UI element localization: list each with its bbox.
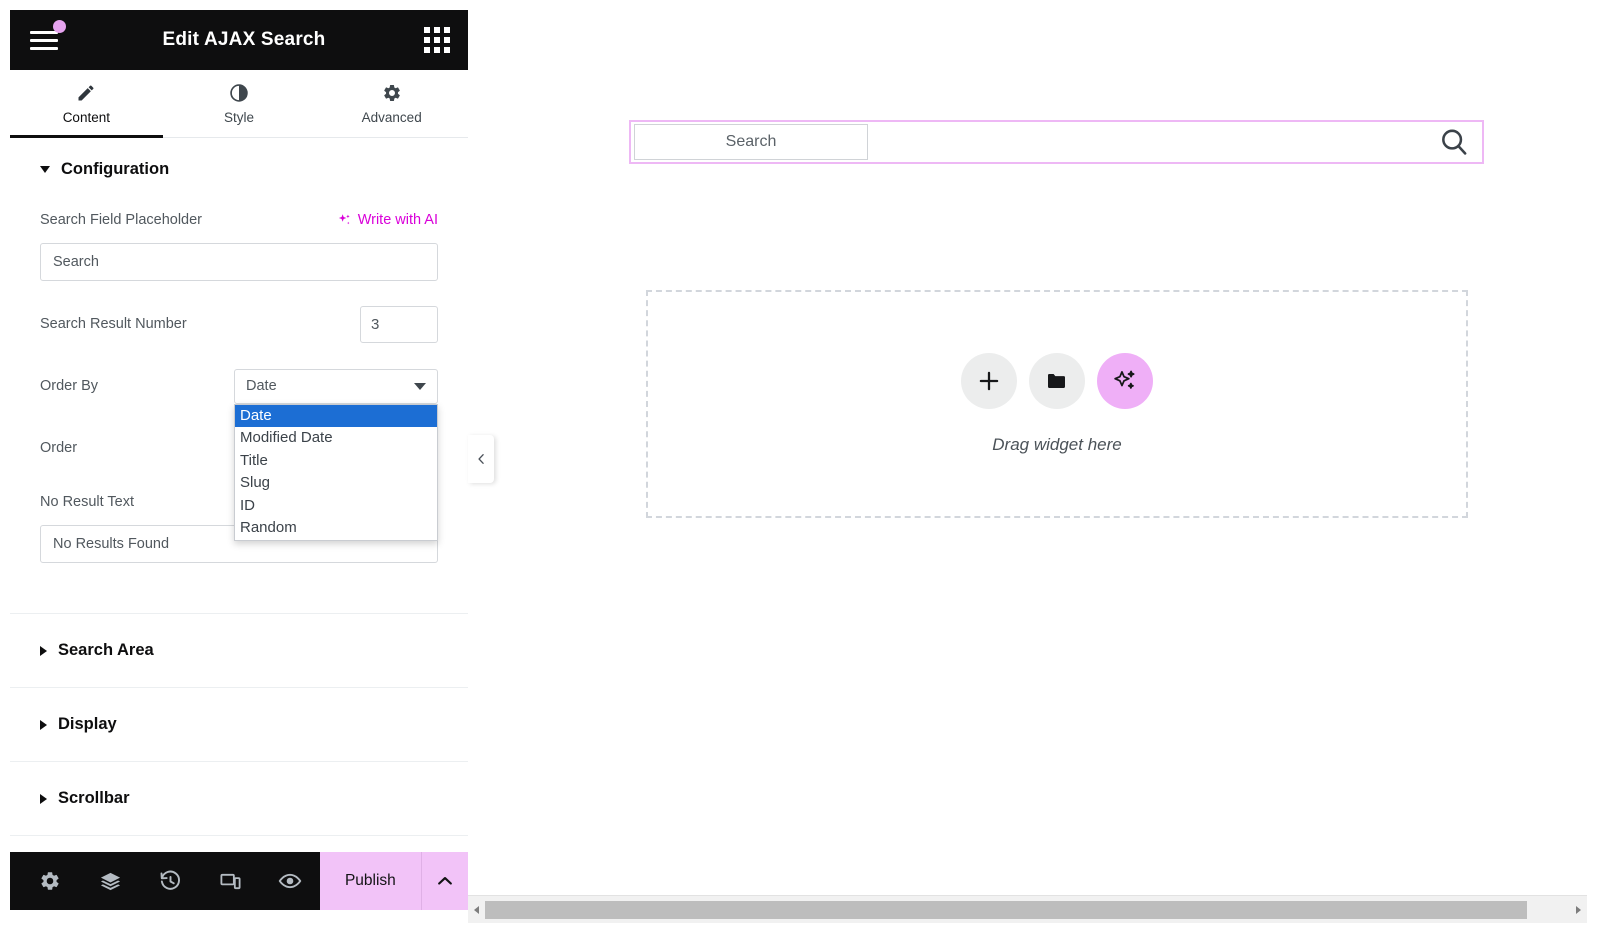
folder-icon[interactable]: [1029, 353, 1085, 409]
apps-grid-icon[interactable]: [424, 27, 450, 53]
preview-eye-icon[interactable]: [260, 852, 320, 910]
responsive-mode-icon[interactable]: [200, 852, 260, 910]
hamburger-bar: [30, 46, 58, 50]
order-by-option[interactable]: Title: [235, 450, 437, 473]
canvas-content: Search Drag widget here: [468, 10, 1587, 895]
panel-header: Edit AJAX Search: [10, 10, 468, 70]
tab-advanced[interactable]: Advanced: [315, 70, 468, 137]
write-with-ai-label: Write with AI: [357, 212, 438, 228]
chevron-right-icon: [40, 719, 47, 730]
order-by-label: Order By: [40, 378, 99, 394]
gear-icon: [382, 83, 402, 103]
grid-cell: [434, 27, 440, 33]
plus-icon[interactable]: [961, 353, 1017, 409]
section-configuration: Configuration Search Field Placeholder W…: [10, 138, 468, 614]
panel-body: Configuration Search Field Placeholder W…: [10, 138, 468, 852]
chevron-down-icon: [40, 166, 50, 173]
editor-canvas: Search Drag widget here: [468, 10, 1587, 923]
section-display[interactable]: Display: [10, 688, 468, 762]
scroll-left-button[interactable]: [468, 896, 485, 923]
order-by-option[interactable]: Date: [235, 404, 437, 427]
field-head: Search Field Placeholder Write with AI: [40, 209, 438, 231]
dropzone-label: Drag widget here: [992, 435, 1122, 454]
field-search-placeholder: Search Field Placeholder Write with AI: [40, 209, 438, 281]
layers-navigator-icon[interactable]: [80, 852, 140, 910]
scrollbar-thumb[interactable]: [485, 901, 1527, 919]
section-display-title: Display: [58, 715, 117, 733]
magnifier-icon[interactable]: [1438, 126, 1470, 158]
pencil-icon: [76, 83, 96, 103]
scrollbar-track[interactable]: [485, 896, 1570, 923]
ai-sparkle-icon[interactable]: [1097, 353, 1153, 409]
grid-cell: [424, 37, 430, 43]
scroll-right-button[interactable]: [1570, 896, 1587, 923]
chevron-left-icon: [474, 905, 479, 914]
section-scrollbar-title: Scrollbar: [58, 789, 130, 807]
section-search-area-header[interactable]: Search Area: [40, 641, 438, 660]
section-scrollbar[interactable]: Scrollbar: [10, 762, 468, 836]
tab-content[interactable]: Content: [10, 70, 163, 138]
contrast-icon: [229, 83, 249, 103]
grid-cell: [424, 47, 430, 53]
publish-button[interactable]: Publish: [320, 852, 421, 910]
panel-footer-toolbar: Publish: [10, 852, 468, 910]
panel-tabs: Content Style Advanced: [10, 70, 468, 138]
chevron-down-icon: [414, 382, 426, 390]
search-placeholder-input[interactable]: [40, 243, 438, 281]
section-search-area-title: Search Area: [58, 641, 154, 659]
order-label: Order: [40, 440, 78, 456]
widget-dropzone[interactable]: Drag widget here: [646, 290, 1468, 518]
tab-advanced-label: Advanced: [361, 109, 422, 125]
grid-cell: [424, 27, 430, 33]
order-by-dropdown-menu: Date Modified Date Title Slug ID Random: [234, 403, 438, 541]
order-by-value: Date: [246, 378, 277, 394]
section-search-area[interactable]: Search Area: [10, 614, 468, 688]
write-with-ai-button[interactable]: Write with AI: [337, 212, 438, 228]
dropzone-actions: [961, 353, 1153, 409]
section-scrollbar-header[interactable]: Scrollbar: [40, 789, 438, 808]
order-by-select-wrap: Date Date Modified Date Title Slug ID Ra…: [234, 368, 438, 541]
search-result-number-input[interactable]: [360, 305, 438, 343]
search-result-number-label: Search Result Number: [40, 316, 187, 332]
section-display-header[interactable]: Display: [40, 715, 438, 734]
tab-style[interactable]: Style: [163, 70, 316, 137]
hamburger-bar: [30, 38, 58, 42]
grid-cell: [444, 27, 450, 33]
ajax-search-widget[interactable]: Search: [629, 120, 1484, 164]
page-title: Edit AJAX Search: [162, 29, 326, 50]
elementor-editor: Edit AJAX Search Content Style Advanced …: [0, 0, 1597, 933]
publish-options-button[interactable]: [420, 852, 468, 910]
grid-cell: [444, 47, 450, 53]
order-by-option[interactable]: ID: [235, 495, 437, 518]
order-by-option[interactable]: Random: [235, 517, 437, 540]
history-icon[interactable]: [140, 852, 200, 910]
order-by-select[interactable]: Date: [234, 368, 438, 404]
order-by-option[interactable]: Slug: [235, 472, 437, 495]
grid-cell: [434, 37, 440, 43]
no-result-text-label: No Result Text: [40, 494, 135, 510]
search-placeholder-label: Search Field Placeholder: [40, 212, 203, 228]
tab-content-label: Content: [62, 109, 110, 125]
order-by-option[interactable]: Modified Date: [235, 427, 437, 450]
editor-panel: Edit AJAX Search Content Style Advanced …: [10, 10, 468, 910]
field-search-result-number: Search Result Number: [40, 305, 438, 343]
notification-dot: [53, 20, 66, 33]
footer-icon-group: [10, 852, 320, 910]
section-configuration-header[interactable]: Configuration: [40, 160, 438, 179]
field-order-by: Order By Date Date Modified Date Title S…: [40, 367, 438, 541]
chevron-right-icon: [40, 793, 47, 804]
search-input-preview[interactable]: Search: [634, 124, 868, 160]
chevron-right-icon: [40, 645, 47, 656]
grid-cell: [434, 47, 440, 53]
panel-collapse-button[interactable]: [468, 435, 494, 483]
canvas-horizontal-scrollbar[interactable]: [468, 895, 1587, 923]
settings-gear-icon[interactable]: [20, 852, 80, 910]
tab-style-label: Style: [224, 109, 255, 125]
grid-cell: [444, 37, 450, 43]
hamburger-icon[interactable]: [30, 20, 66, 57]
chevron-right-icon: [1576, 905, 1581, 914]
ai-sparkle-icon: [337, 213, 352, 228]
section-configuration-title: Configuration: [61, 160, 170, 178]
